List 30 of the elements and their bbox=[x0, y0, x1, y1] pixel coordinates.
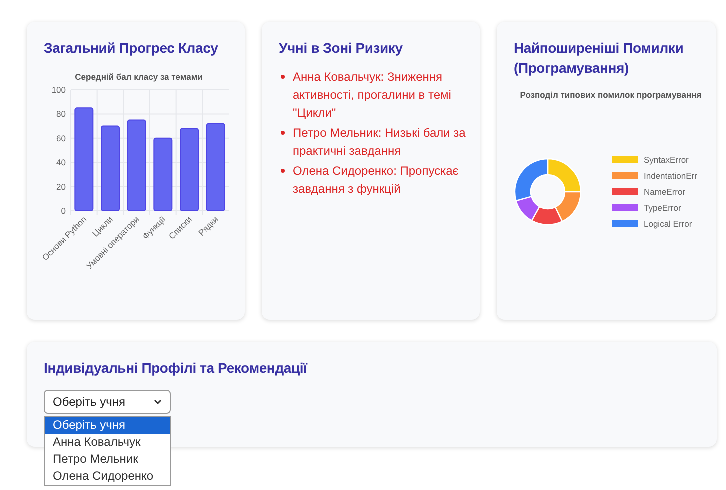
student-select[interactable]: Оберіть учня bbox=[44, 390, 171, 414]
risk-student-text: Анна Ковальчук: Зниження активності, прогалини в темі "Цикли" bbox=[293, 69, 452, 122]
risk-student-text: Петро Мельник: Низькі бали за практичні завдання bbox=[293, 125, 467, 160]
donut-chart-drawing bbox=[514, 158, 582, 226]
axis-tick-label: 0 bbox=[61, 206, 66, 216]
card-title: Індивідуальні Профілі та Рекомендації bbox=[44, 359, 309, 378]
risk-student-text: Олена Сидоренко: Пропускає завдання з функцій bbox=[293, 163, 460, 198]
dropdown-option[interactable]: Оберіть учня bbox=[45, 417, 170, 434]
legend-label: TypeError bbox=[644, 202, 682, 212]
axis-tick-label: 20 bbox=[56, 182, 66, 192]
legend-label: NameError bbox=[644, 186, 686, 196]
caret-icon bbox=[154, 399, 162, 405]
bullet-icon bbox=[281, 75, 285, 79]
dropdown-option[interactable]: Петро Мельник bbox=[45, 451, 170, 468]
axis-tick-label: 40 bbox=[56, 158, 66, 168]
chart-title: Розподіл типових помилок програмування bbox=[519, 90, 703, 100]
axis-tick-label: 100 bbox=[52, 85, 66, 95]
card-title: Учні в Зоні Ризику bbox=[279, 39, 404, 58]
legend-label: IndentationErr bbox=[644, 170, 698, 180]
axis-tick-label: 80 bbox=[56, 109, 66, 120]
dropdown-option[interactable]: Анна Ковальчук bbox=[45, 434, 170, 451]
card-title: Загальний Прогрес Класу bbox=[44, 39, 220, 58]
axis-tick-label: 60 bbox=[56, 133, 66, 144]
dropdown-option[interactable]: Олена Сидоренко bbox=[45, 468, 170, 485]
legend-label: SyntaxError bbox=[644, 154, 689, 164]
bullet-icon bbox=[281, 169, 285, 173]
bullet-icon bbox=[281, 131, 285, 135]
card-title: Найпоширеніші Помилки (Програмування) bbox=[514, 39, 685, 78]
chart-title: Середній бал класу за темами bbox=[75, 72, 203, 82]
legend-label: Logical Error bbox=[644, 218, 692, 228]
